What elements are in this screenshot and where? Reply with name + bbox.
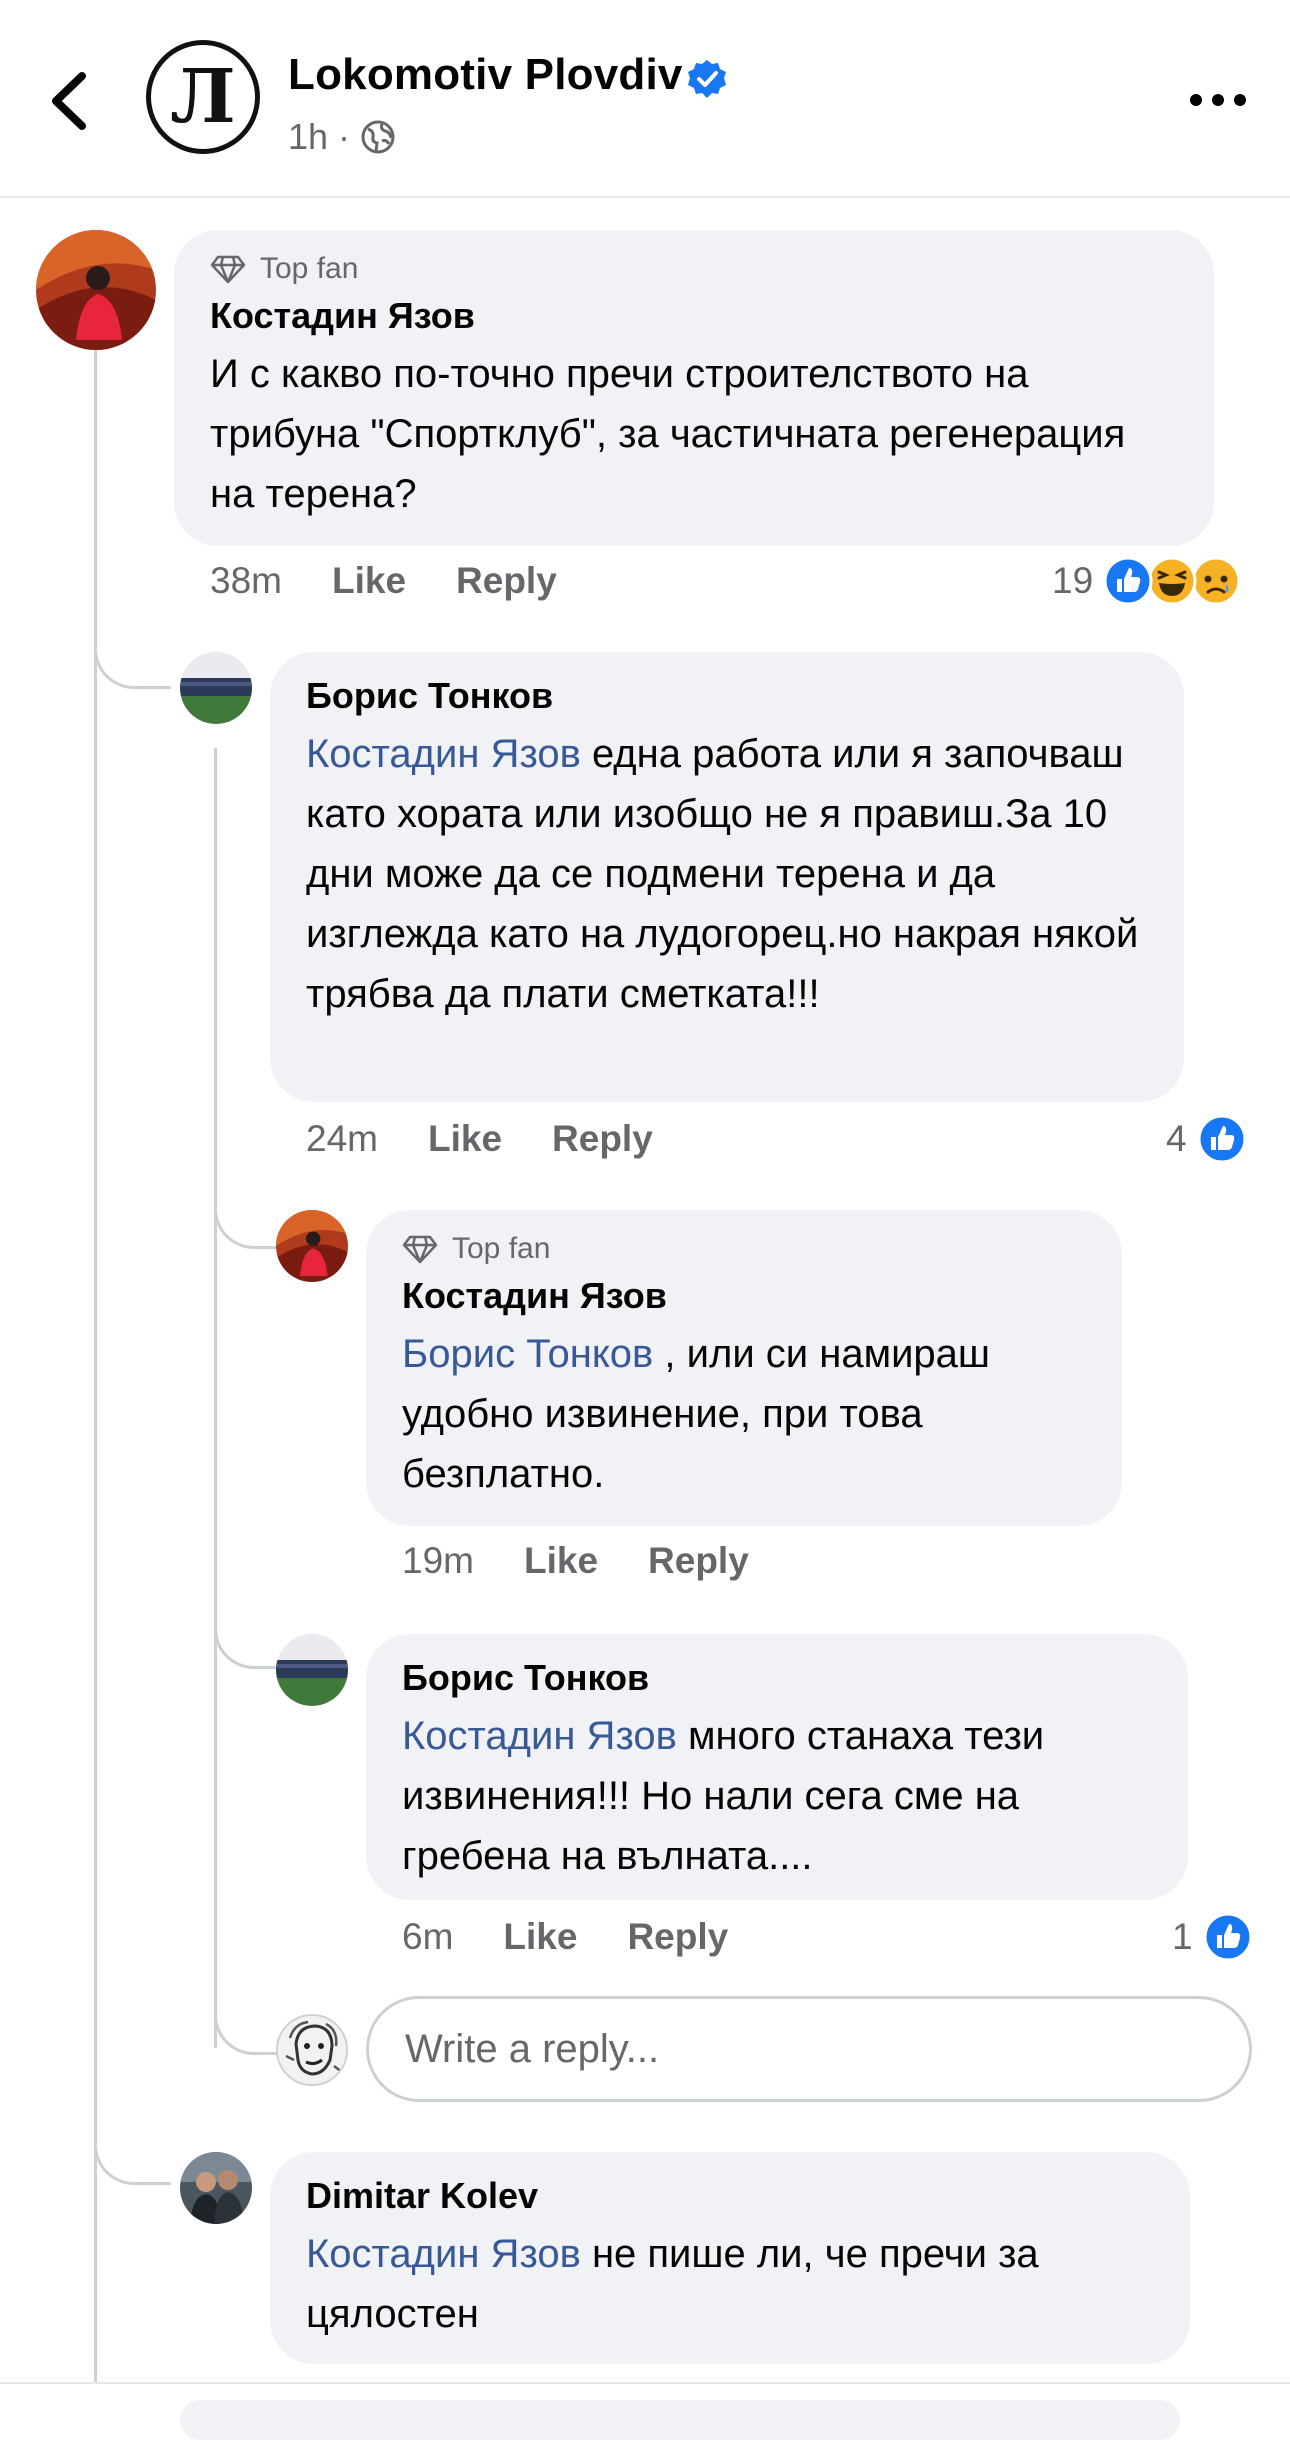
comment-text: И с какво по-точно пречи строителството … [210, 352, 1126, 516]
like-button[interactable]: Like [332, 560, 406, 602]
reply-button[interactable]: Reply [456, 560, 557, 602]
meta-separator: · [338, 116, 351, 157]
sad-icon [1191, 556, 1241, 606]
verified-badge-icon [688, 60, 726, 98]
comment-author[interactable]: Борис Тонков [402, 1656, 1152, 1700]
post-meta: 1h · [288, 116, 396, 158]
comment-text: Борис Тонков , или си намираш удобно изв… [402, 1324, 1086, 1504]
avatar[interactable] [276, 1210, 348, 1282]
reaction-summary[interactable]: 4 [1166, 1114, 1247, 1164]
back-arrow-icon[interactable] [44, 68, 94, 134]
avatar[interactable] [276, 1634, 348, 1706]
comment-time[interactable]: 19m [402, 1540, 474, 1582]
comment-time[interactable]: 38m [210, 560, 282, 602]
reaction-summary[interactable]: 19 [1052, 556, 1241, 606]
thread-connector [94, 630, 171, 689]
comment-author[interactable]: Борис Тонков [306, 674, 1148, 718]
thread-connector [214, 1610, 279, 1669]
comment-bubble[interactable]: Top fan Костадин Язов Борис Тонков , или… [366, 1210, 1122, 1526]
top-fan-badge: Top fan [402, 1232, 1086, 1266]
top-fan-label: Top fan [260, 252, 359, 285]
thread-connector [94, 2120, 171, 2185]
post-header: Л Lokomotiv Plovdiv 1h · [0, 0, 1290, 198]
user-photo-icon [180, 2152, 252, 2224]
reaction-count: 19 [1052, 560, 1094, 601]
reaction-summary[interactable]: 1 [1172, 1912, 1253, 1962]
page-name[interactable]: Lokomotiv Plovdiv [288, 50, 683, 100]
write-reply-input[interactable]: Write a reply... [366, 1996, 1252, 2102]
comment-bubble[interactable]: Top fan Костадин Язов И с какво по-точно… [174, 230, 1214, 546]
like-button[interactable]: Like [428, 1118, 502, 1160]
reply-button[interactable]: Reply [648, 1540, 749, 1582]
more-options-icon[interactable] [1188, 88, 1248, 112]
comment-actions: 24m Like Reply [306, 1118, 653, 1160]
bottom-comment-bar [0, 2382, 1290, 2440]
comment-author[interactable]: Dimitar Kolev [306, 2174, 1154, 2218]
comment-text: Костадин Язов една работа или я започваш… [306, 724, 1148, 1024]
user-photo-icon [36, 230, 156, 350]
top-fan-badge: Top fan [210, 252, 1178, 286]
sketch-portrait-icon [278, 2016, 346, 2084]
comment-author[interactable]: Костадин Язов [210, 294, 1178, 338]
comment-time[interactable]: 24m [306, 1118, 378, 1160]
like-icon [1103, 556, 1153, 606]
avatar[interactable] [180, 652, 252, 724]
post-time: 1h [288, 116, 329, 157]
thread-connector [214, 1190, 279, 1249]
comment-bubble[interactable]: Борис Тонков Костадин Язов една работа и… [270, 652, 1184, 1102]
avatar[interactable] [36, 230, 156, 350]
comment-actions: 38m Like Reply [210, 560, 557, 602]
mention-link[interactable]: Борис Тонков [402, 1332, 653, 1376]
reply-button[interactable]: Reply [552, 1118, 653, 1160]
comment-bubble[interactable]: Dimitar Kolev Костадин Язов не пише ли, … [270, 2152, 1190, 2364]
comment-actions: 19m Like Reply [402, 1540, 749, 1582]
page-logo-glyph: Л [170, 54, 236, 140]
reply-button[interactable]: Reply [627, 1916, 728, 1958]
thread-connector [214, 1990, 279, 2055]
haha-icon [1147, 556, 1197, 606]
mention-link[interactable]: Костадин Язов [306, 2232, 581, 2276]
reaction-count: 1 [1172, 1916, 1193, 1957]
diamond-icon [210, 255, 246, 284]
reply-placeholder: Write a reply... [405, 2026, 660, 2071]
top-fan-label: Top fan [452, 1232, 551, 1265]
comment-author[interactable]: Костадин Язов [402, 1274, 1086, 1318]
diamond-icon [402, 1235, 438, 1264]
like-button[interactable]: Like [524, 1540, 598, 1582]
thread-line-nested [214, 748, 217, 2048]
reaction-count: 4 [1166, 1118, 1187, 1159]
like-button[interactable]: Like [503, 1916, 577, 1958]
like-icon [1197, 1114, 1247, 1164]
like-icon [1203, 1912, 1253, 1962]
comment-actions: 6m Like Reply [402, 1916, 728, 1958]
avatar[interactable] [180, 2152, 252, 2224]
comment-text: Костадин Язов много станаха тези извинен… [402, 1706, 1152, 1886]
current-user-avatar [276, 2014, 348, 2086]
mention-link[interactable]: Костадин Язов [306, 732, 581, 776]
comment-input-stub[interactable] [180, 2400, 1180, 2440]
comment-text: Костадин Язов не пише ли, че пречи за ця… [306, 2224, 1154, 2344]
comment-time[interactable]: 6m [402, 1916, 453, 1958]
page-avatar[interactable]: Л [146, 40, 260, 154]
comment-bubble[interactable]: Борис Тонков Костадин Язов много станаха… [366, 1634, 1188, 1900]
globe-icon [361, 120, 395, 154]
stadium-photo-icon [276, 1634, 348, 1706]
stadium-photo-icon [180, 652, 252, 724]
mention-link[interactable]: Костадин Язов [402, 1714, 677, 1758]
user-photo-icon [276, 1210, 348, 1282]
